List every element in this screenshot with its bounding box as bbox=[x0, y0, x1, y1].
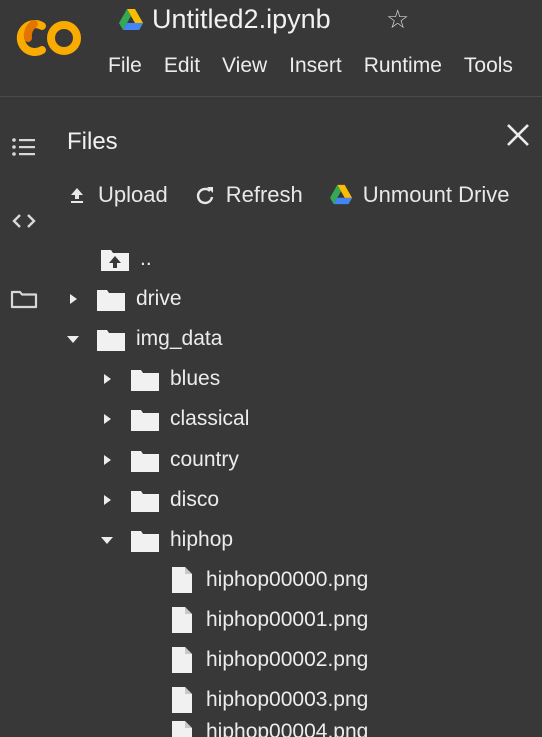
folder-icon bbox=[97, 330, 125, 351]
chevron-right-icon[interactable] bbox=[98, 491, 116, 509]
tree-item-label: country bbox=[170, 448, 239, 471]
file-name: hiphop00004.png bbox=[206, 720, 369, 737]
tree-item-label: img_data bbox=[136, 327, 223, 350]
chevron-right-icon[interactable] bbox=[98, 451, 116, 469]
tree-item-parent[interactable]: .. bbox=[100, 243, 152, 275]
google-drive-icon bbox=[329, 184, 352, 205]
folder-icon bbox=[131, 491, 159, 512]
app-header: Untitled2.ipynb ☆ File Edit View Insert … bbox=[0, 0, 542, 97]
chevron-down-icon[interactable] bbox=[64, 330, 82, 348]
file-icon bbox=[172, 647, 192, 673]
file-name: hiphop00000.png bbox=[206, 568, 369, 591]
refresh-button[interactable]: Refresh bbox=[194, 182, 303, 208]
folder-icon bbox=[131, 451, 159, 472]
menu-view[interactable]: View bbox=[222, 54, 267, 78]
tree-file-item[interactable]: hiphop00004.png bbox=[170, 720, 368, 737]
tree-item-label: classical bbox=[170, 407, 250, 430]
menu-file[interactable]: File bbox=[108, 54, 142, 78]
folder-files-icon[interactable] bbox=[10, 285, 38, 313]
tree-item-label: drive bbox=[136, 287, 182, 310]
file-name: hiphop00003.png bbox=[206, 688, 369, 711]
unmount-drive-button[interactable]: Unmount Drive bbox=[329, 182, 510, 208]
folder-icon bbox=[131, 370, 159, 391]
left-rail bbox=[0, 97, 50, 737]
tree-file-item[interactable]: hiphop00002.png bbox=[170, 644, 368, 676]
chevron-right-icon[interactable] bbox=[98, 370, 116, 388]
upload-label: Upload bbox=[98, 182, 168, 207]
upload-icon bbox=[71, 188, 83, 203]
upload-button[interactable]: Upload bbox=[66, 182, 168, 208]
tree-item-hiphop[interactable]: hiphop bbox=[98, 524, 233, 556]
tree-item-country[interactable]: country bbox=[98, 444, 239, 476]
tree-file-item[interactable]: hiphop00000.png bbox=[170, 564, 368, 596]
file-icon bbox=[172, 687, 192, 713]
notebook-title[interactable]: Untitled2.ipynb bbox=[152, 4, 331, 35]
chevron-down-icon[interactable] bbox=[98, 531, 116, 549]
tree-item-drive[interactable]: drive bbox=[64, 283, 182, 315]
menu-insert[interactable]: Insert bbox=[289, 54, 342, 78]
tree-file-item[interactable]: hiphop00003.png bbox=[170, 684, 368, 716]
tree-item-label: hiphop bbox=[170, 528, 234, 551]
tree-item-img-data[interactable]: img_data bbox=[64, 323, 222, 355]
folder-icon bbox=[131, 410, 159, 431]
unmount-drive-label: Unmount Drive bbox=[362, 182, 510, 207]
chevron-right-icon[interactable] bbox=[64, 290, 82, 308]
tree-item-label: disco bbox=[170, 488, 220, 511]
file-icon bbox=[172, 721, 192, 737]
refresh-icon bbox=[196, 187, 213, 205]
star-icon[interactable]: ☆ bbox=[386, 4, 409, 35]
close-icon[interactable] bbox=[503, 120, 533, 150]
google-drive-icon bbox=[119, 9, 143, 30]
file-name: hiphop00002.png bbox=[206, 648, 369, 671]
folder-icon bbox=[131, 531, 159, 552]
files-panel-title: Files bbox=[67, 128, 118, 155]
menu-runtime[interactable]: Runtime bbox=[364, 54, 442, 78]
tree-item-label: blues bbox=[170, 367, 221, 390]
files-actions: Upload Refresh Unmount Drive bbox=[66, 182, 535, 208]
tree-item-disco[interactable]: disco bbox=[98, 484, 219, 516]
file-icon bbox=[172, 567, 192, 593]
refresh-label: Refresh bbox=[225, 182, 303, 207]
menu-bar: File Edit View Insert Runtime Tools bbox=[108, 54, 535, 78]
chevron-right-icon[interactable] bbox=[98, 410, 116, 428]
table-of-contents-icon[interactable] bbox=[10, 133, 38, 161]
code-snippets-icon[interactable] bbox=[10, 207, 38, 235]
tree-item-classical[interactable]: classical bbox=[98, 403, 249, 435]
file-icon bbox=[172, 607, 192, 633]
tree-file-item[interactable]: hiphop00001.png bbox=[170, 604, 368, 636]
tree-item-blues[interactable]: blues bbox=[98, 363, 220, 395]
menu-tools[interactable]: Tools bbox=[464, 54, 513, 78]
colab-logo-icon[interactable] bbox=[12, 16, 84, 60]
folder-icon bbox=[97, 290, 125, 311]
folder-up-icon bbox=[101, 250, 129, 271]
menu-edit[interactable]: Edit bbox=[164, 54, 200, 78]
tree-item-label: .. bbox=[140, 247, 152, 270]
file-name: hiphop00001.png bbox=[206, 608, 369, 631]
